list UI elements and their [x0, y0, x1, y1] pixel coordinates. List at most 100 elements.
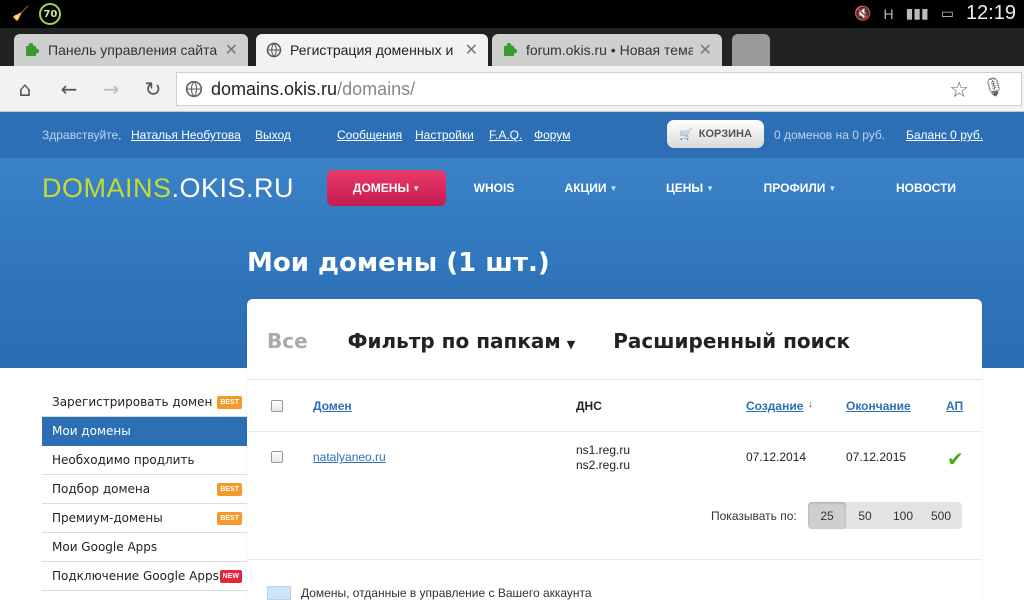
logo-part-okis: .OKIS.RU [171, 173, 295, 203]
filter-folders-label: Фильтр по папкам [347, 329, 561, 353]
best-badge: BEST [217, 483, 242, 496]
nav-label: НОВОСТИ [895, 181, 957, 195]
per-page-option-500[interactable]: 500 [922, 502, 960, 529]
notification-badge: 70 [39, 3, 62, 25]
select-all-checkbox[interactable] [271, 400, 283, 412]
globe-icon [266, 42, 282, 58]
sidebar-item-label: Зарегистрировать домен [52, 395, 213, 409]
puzzle-icon [26, 43, 39, 56]
domain-link[interactable]: natalyaneo.ru [313, 450, 386, 464]
filter-bar: Все Фильтр по папкам ▼ Расширенный поиск [267, 329, 850, 353]
nav-news[interactable]: НОВОСТИ [888, 170, 964, 206]
advanced-search-link[interactable]: Расширенный поиск [613, 329, 850, 353]
site-logo[interactable]: DOMAINS.OKIS.RU [42, 173, 294, 204]
url-path: /domains/ [337, 78, 416, 99]
balance-link[interactable]: Баланс 0 руб. [906, 128, 983, 142]
browser-tab-panel[interactable]: Панель управления сайта ✕ [14, 34, 248, 66]
new-badge: NEW [219, 570, 242, 583]
close-icon[interactable]: ✕ [225, 40, 238, 60]
microphone-icon[interactable]: 🎙 [982, 77, 1005, 98]
cart-button[interactable]: 🛒 КОРЗИНА [667, 120, 764, 148]
network-type-icon: H [883, 5, 894, 22]
sidebar-menu: Зарегистрировать домен BEST Мои домены Н… [42, 388, 263, 591]
new-tab-button[interactable] [732, 34, 770, 66]
nav-label: ДОМЕНЫ [352, 181, 410, 195]
site-top-bar: Здравствуйте, Наталья Необутова Выход Со… [0, 112, 1024, 158]
url-host: domains.okis.ru [211, 78, 338, 99]
dns-server-1: ns1.reg.ru [576, 443, 631, 457]
tab-title: forum.okis.ru • Новая тема [526, 42, 693, 58]
row-checkbox[interactable] [271, 451, 283, 463]
close-icon[interactable]: ✕ [699, 40, 712, 60]
sidebar-item-connect-google-apps[interactable]: Подключение Google Apps NEW [42, 562, 247, 591]
filter-all[interactable]: Все [267, 329, 308, 353]
forum-link[interactable]: Форум [534, 128, 570, 142]
cart-icon: 🛒 [679, 128, 693, 141]
nav-prices[interactable]: ЦЕНЫ ▼ [660, 170, 720, 206]
nav-whois[interactable]: WHOIS [460, 170, 528, 206]
home-icon[interactable]: ⌂ [12, 76, 38, 102]
user-profile-link[interactable]: Наталья Необутова [131, 128, 241, 142]
sidebar-item-label: Мои домены [52, 424, 131, 438]
sidebar-item-domain-search[interactable]: Подбор домена BEST [42, 475, 247, 504]
nav-profiles[interactable]: ПРОФИЛИ ▼ [758, 170, 842, 206]
clock: 12:19 [965, 2, 1016, 24]
column-header-autorenew[interactable]: АП [946, 399, 963, 413]
close-icon[interactable]: ✕ [465, 40, 478, 60]
greeting-text: Здравствуйте, [42, 128, 122, 142]
best-badge: BEST [217, 512, 242, 525]
divider [247, 379, 982, 380]
nav-domains[interactable]: ДОМЕНЫ ▼ [327, 170, 446, 206]
sidebar-item-need-renewal[interactable]: Необходимо продлить [42, 446, 247, 475]
sidebar-item-premium-domains[interactable]: Премиум-домены BEST [42, 504, 247, 533]
tab-title: Панель управления сайта [48, 42, 218, 58]
bookmark-star-icon[interactable]: ☆ [949, 77, 969, 103]
mute-icon: 🔇 [854, 5, 872, 21]
globe-icon [185, 80, 203, 98]
best-badge: BEST [217, 396, 242, 409]
address-bar[interactable]: domains.okis.ru/domains/ ☆ 🎙 [176, 72, 1022, 106]
cart-label: КОРЗИНА [698, 128, 752, 140]
browser-tab-strip: Панель управления сайта ✕ Регистрация до… [0, 28, 1024, 66]
nav-promos[interactable]: АКЦИИ ▼ [556, 170, 626, 206]
per-page-option-50[interactable]: 50 [846, 502, 884, 529]
browser-tab-forum[interactable]: forum.okis.ru • Новая тема ✕ [492, 34, 722, 66]
nav-label: WHOIS [473, 181, 515, 195]
reload-icon[interactable]: ↻ [140, 76, 166, 102]
per-page-selector: 25 50 100 500 [808, 502, 962, 529]
sidebar-item-label: Мои Google Apps [52, 540, 158, 554]
column-header-dns: ДНС [576, 399, 602, 413]
faq-link[interactable]: F.A.Q. [489, 128, 522, 142]
puzzle-icon [504, 43, 517, 56]
sidebar-item-my-google-apps[interactable]: Мои Google Apps [42, 533, 247, 562]
broom-icon: 🧹 [12, 6, 30, 22]
browser-toolbar: ⌂ ← → ↻ domains.okis.ru/domains/ ☆ 🎙 [0, 66, 1024, 112]
sidebar-item-my-domains[interactable]: Мои домены [42, 417, 263, 446]
logout-link[interactable]: Выход [255, 128, 291, 142]
settings-link[interactable]: Настройки [415, 128, 474, 142]
created-date: 07.12.2014 [746, 450, 807, 464]
filter-folders-dropdown[interactable]: Фильтр по папкам ▼ [348, 329, 576, 353]
nav-label: ПРОФИЛИ [763, 181, 826, 195]
signal-icon: ▮▮▮ [905, 5, 929, 21]
divider [247, 559, 982, 560]
per-page-option-100[interactable]: 100 [884, 502, 922, 529]
column-header-created[interactable]: Создание [746, 399, 803, 413]
column-header-domain[interactable]: Домен [313, 399, 352, 413]
sidebar-item-label: Необходимо продлить [52, 453, 195, 467]
chevron-down-icon: ▼ [828, 183, 837, 193]
domains-panel: Все Фильтр по папкам ▼ Расширенный поиск … [247, 299, 982, 600]
forward-arrow-icon[interactable]: → [98, 76, 124, 102]
column-header-expires[interactable]: Окончание [846, 399, 911, 413]
legend-swatch [267, 586, 291, 600]
dns-server-2: ns2.reg.ru [576, 458, 631, 472]
messages-link[interactable]: Сообщения [337, 128, 402, 142]
sidebar-item-register-domain[interactable]: Зарегистрировать домен BEST [42, 388, 247, 417]
chevron-down-icon: ▼ [412, 183, 421, 193]
back-arrow-icon[interactable]: ← [56, 76, 82, 102]
browser-tab-domains[interactable]: Регистрация доменных и ✕ [256, 34, 488, 66]
per-page-option-25[interactable]: 25 [808, 502, 846, 529]
checkmark-icon: ✔ [947, 447, 964, 471]
battery-icon: ▭ [940, 5, 954, 21]
legend-text: Домены, отданные в управление с Вашего а… [301, 586, 592, 600]
